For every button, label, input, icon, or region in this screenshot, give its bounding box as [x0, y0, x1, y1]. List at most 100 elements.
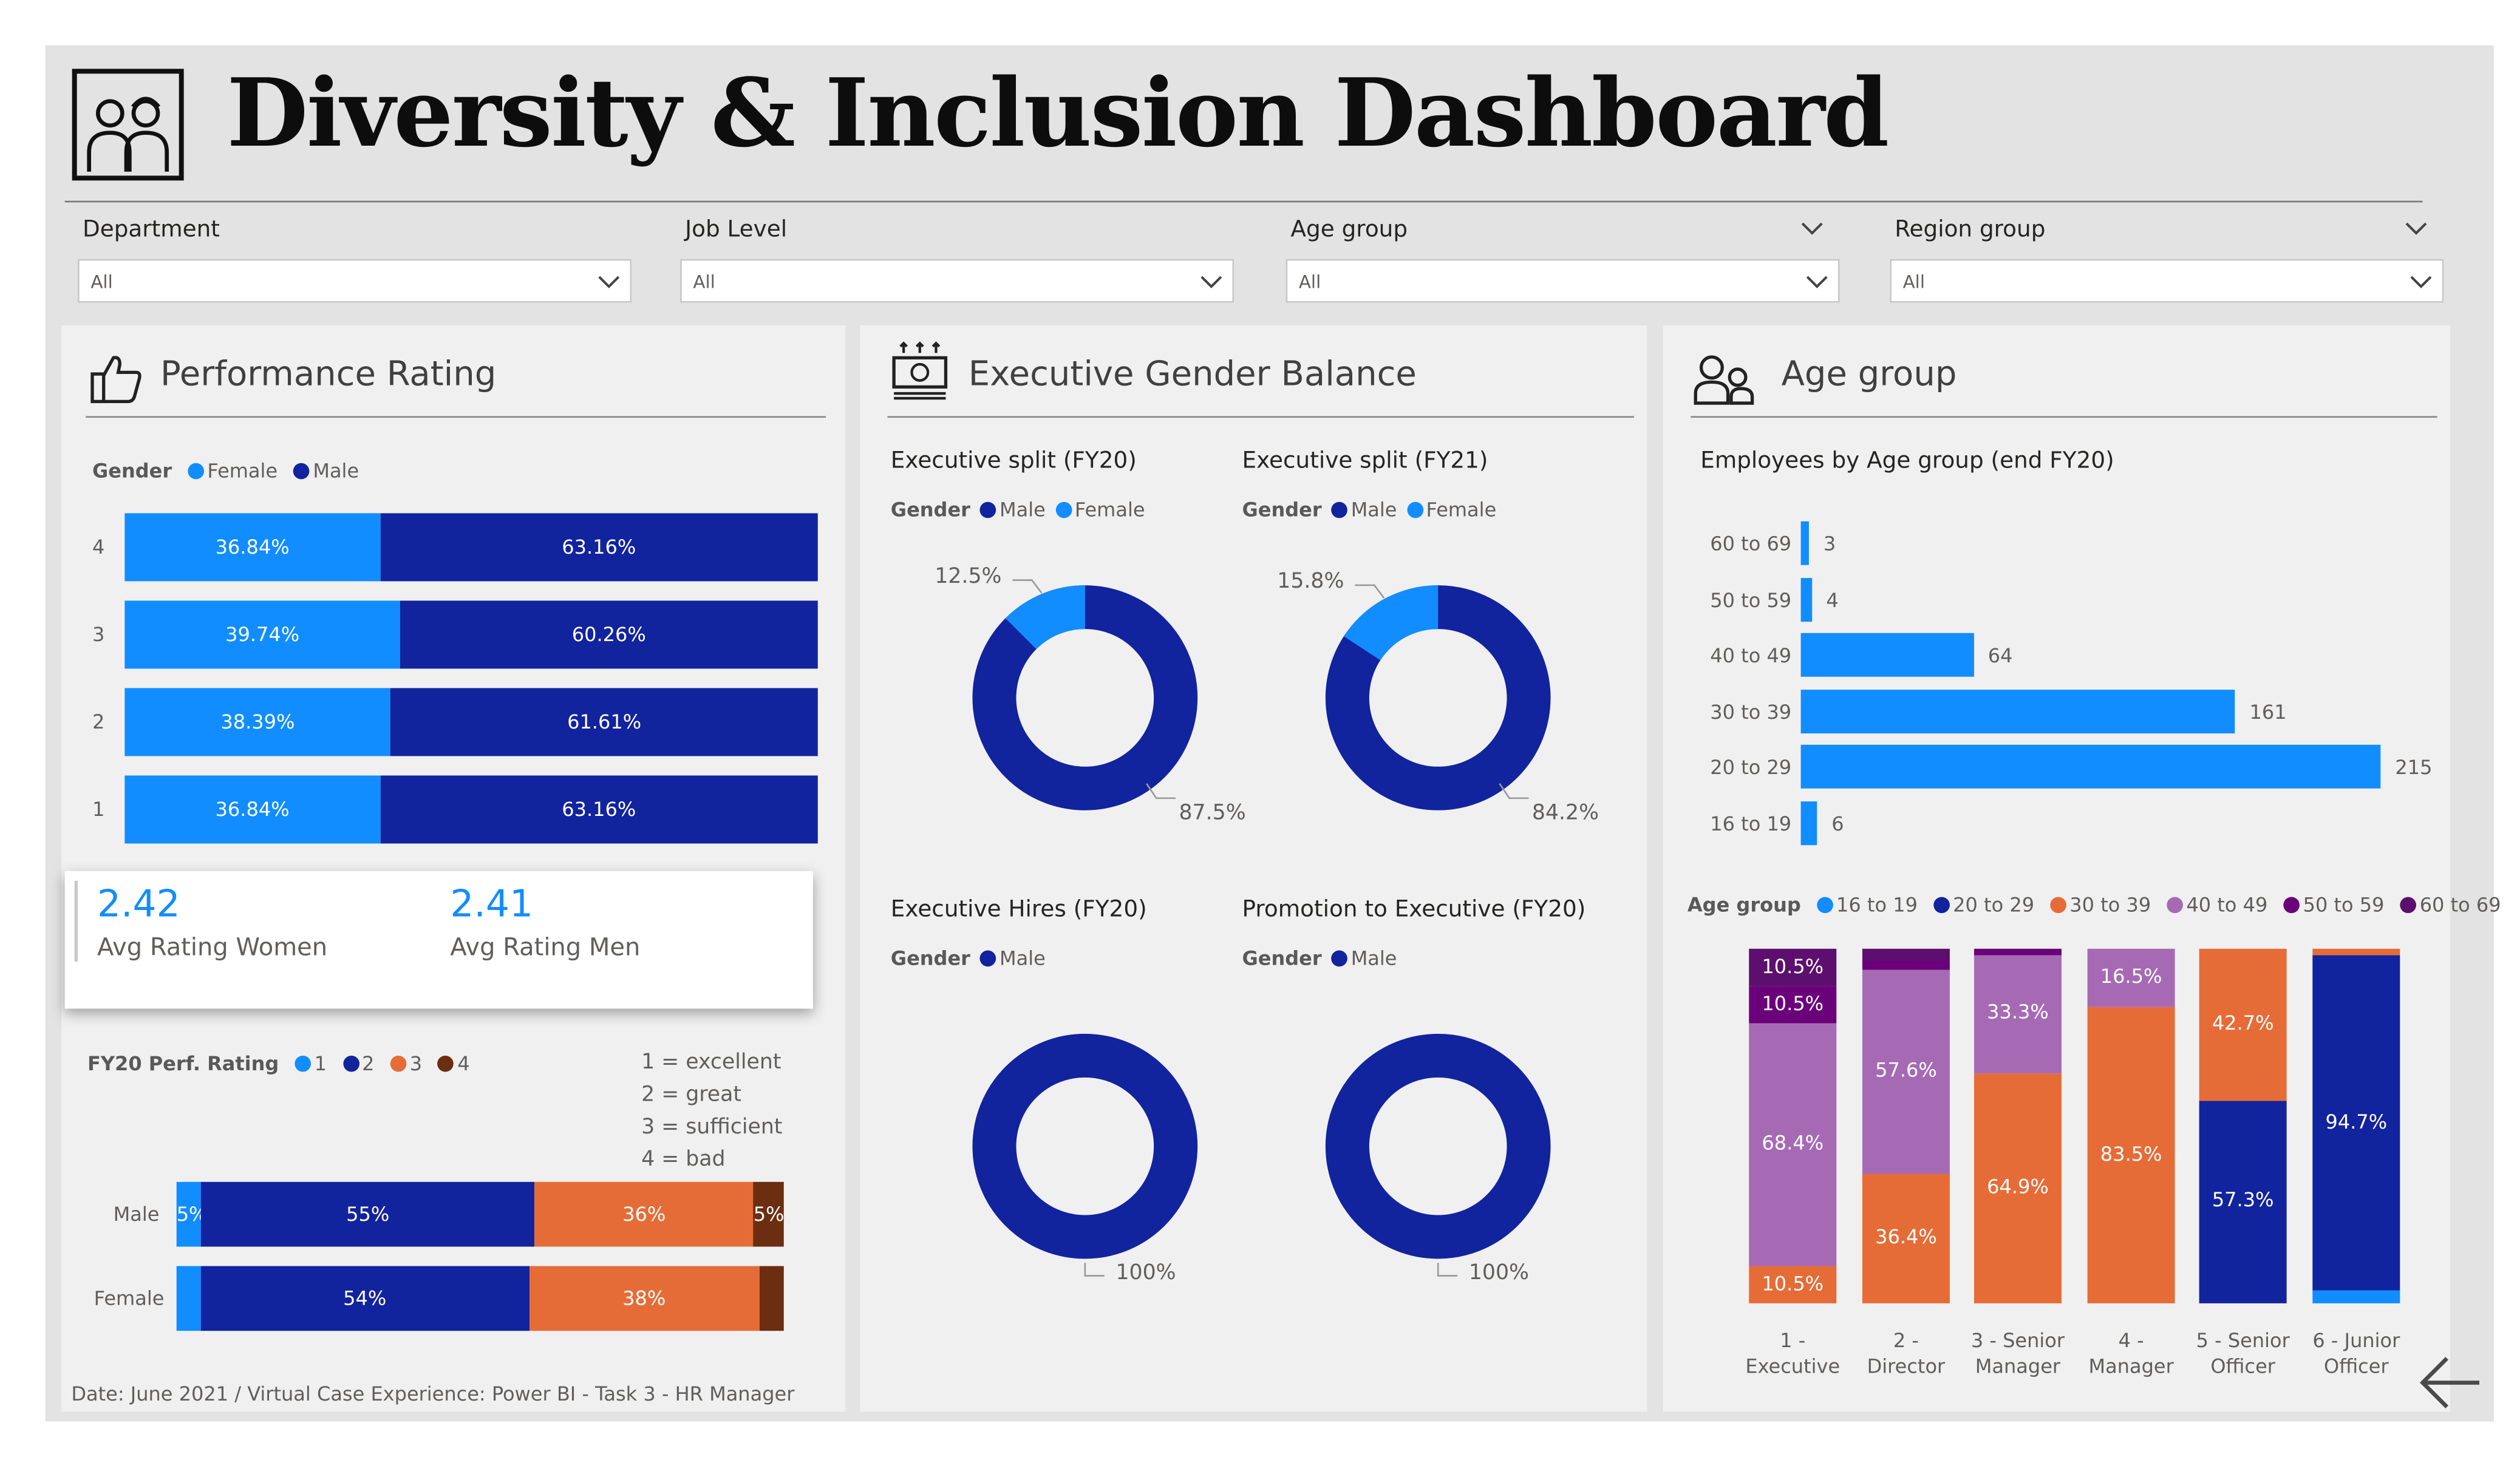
footer-note: Date: June 2021 / Virtual Case Experienc… — [71, 1382, 795, 1405]
stack-label-3-2: 83.5% — [2100, 1142, 2162, 1166]
donut-legend-dot-1-0 — [1331, 501, 1348, 518]
age-axis-label-4: 20 to 29 — [1710, 756, 1792, 779]
stack-segment-5-0 — [2312, 1291, 2400, 1303]
rating-3-dot — [390, 1055, 407, 1072]
rating-bar-label-male-3: 36% — [622, 1203, 666, 1226]
donut-label-small-0: 12.5% — [935, 565, 1002, 590]
avg-rating-women-label: Avg Rating Women — [97, 932, 328, 962]
slicer-dropdown-0[interactable]: All — [78, 259, 632, 303]
stack-label-1-2: 36.4% — [1875, 1226, 1937, 1249]
stack-segment-2-4 — [1973, 948, 2062, 956]
rating-legend-item-1: 1 — [314, 1052, 327, 1075]
donut-legend-item-0-1: Female — [1074, 498, 1145, 521]
rating-bar-label-female-2: 54% — [343, 1287, 387, 1310]
performance-legend: Gender Female Male — [92, 460, 359, 482]
donut-legend-dot-0-1 — [1055, 501, 1072, 518]
donut-legend-item-1-1: Female — [1426, 498, 1497, 521]
avg-rating-women-value: 2.42 — [97, 884, 180, 926]
legend-item-male: Male — [313, 460, 359, 483]
donut-label-big-3: 100% — [1468, 1261, 1530, 1286]
age-40-49-dot — [2167, 897, 2184, 914]
age-subtitle: Employees by Age group (end FY20) — [1700, 448, 2114, 475]
age-divider — [1691, 416, 2437, 418]
rating-key-3: 3 = sufficient — [641, 1115, 783, 1140]
donut-legend-3: Gender Male — [1242, 947, 1397, 970]
slicer-header-chevron-2 — [1801, 222, 1823, 235]
donut-slice-male-2 — [972, 1033, 1198, 1259]
donut-leader-small-1 — [1355, 584, 1385, 599]
legend-item-female: Female — [207, 460, 278, 483]
donut-label-big-2: 100% — [1115, 1261, 1176, 1286]
back-arrow-icon[interactable] — [2418, 1354, 2483, 1412]
stack-label-2-3: 33.3% — [1987, 1001, 2049, 1024]
slicer-value-0: All — [90, 272, 113, 293]
slicer-dropdown-2[interactable]: All — [1286, 259, 1840, 303]
age-bar-1 — [1800, 578, 1812, 622]
chevron-down-icon — [1806, 276, 1828, 288]
rating-1-dot — [295, 1055, 312, 1072]
rating-2-dot — [342, 1055, 359, 1072]
rating-bar-female-4 — [759, 1266, 784, 1331]
stack-label-0-3: 68.4% — [1762, 1132, 1824, 1155]
donut-legend-0: Gender Male Female — [891, 498, 1145, 521]
rating-bar-female-1 — [176, 1266, 201, 1331]
age-legend-item-20-29: 20 to 29 — [1953, 894, 2035, 917]
users-icon — [1694, 355, 1754, 405]
age-legend: Age group 16 to 19 20 to 29 30 to 39 40 … — [1687, 894, 2501, 916]
donut-legend-item-1-0: Male — [1350, 498, 1397, 521]
rating-axis-label-1: 1 — [92, 798, 105, 821]
bar-label-female-2: 38.39% — [220, 710, 295, 734]
bar-label-male-2: 61.61% — [567, 710, 642, 734]
donut-legend-title-2: Gender — [890, 947, 970, 970]
age-axis-label-0: 60 to 69 — [1710, 532, 1792, 555]
stack-label-3-3: 16.5% — [2100, 965, 2162, 988]
donut-legend-2: Gender Male — [891, 947, 1046, 970]
age-bar-value-5: 6 — [1831, 812, 1844, 836]
job-level-label-line1-5: 6 - Junior — [2312, 1329, 2400, 1352]
age-legend-item-16-19: 16 to 19 — [1836, 894, 1918, 917]
age-axis-label-5: 16 to 19 — [1710, 812, 1792, 836]
performance-title: Performance Rating — [160, 355, 497, 394]
executive-title: Executive Gender Balance — [968, 355, 1417, 394]
slicer-dropdown-1[interactable]: All — [680, 259, 1234, 303]
stack-label-2-2: 64.9% — [1987, 1175, 2049, 1198]
card-accent-line — [74, 880, 78, 962]
donut-chart-3 — [1325, 1033, 1551, 1277]
rating-axis-label-2: 2 — [92, 710, 105, 734]
male-legend-dot — [293, 463, 310, 480]
donut-legend-dot-2-0 — [979, 950, 996, 967]
rating-key-4: 4 = bad — [641, 1147, 726, 1172]
bar-label-female-1: 36.84% — [215, 798, 290, 821]
rating-axis-label-4: 4 — [92, 535, 105, 559]
age-legend-item-50-59: 50 to 59 — [2303, 894, 2385, 917]
donut-legend-dot-0-0 — [979, 501, 996, 518]
age-legend-item-60-69: 60 to 69 — [2419, 894, 2501, 917]
slicer-dropdown-3[interactable]: All — [1890, 259, 2444, 303]
stack-label-0-2: 10.5% — [1762, 1271, 1824, 1295]
stack-label-5-1: 94.7% — [2325, 1110, 2388, 1133]
donut-leader-small-0 — [1012, 579, 1043, 594]
age-50-59-dot — [2283, 897, 2300, 914]
female-legend-dot — [188, 463, 205, 480]
donut-label-big-0: 87.5% — [1179, 801, 1246, 826]
age-16-19-dot — [1817, 897, 1833, 914]
donut-legend-title-0: Gender — [890, 498, 970, 521]
stack-label-4-2: 42.7% — [2212, 1011, 2274, 1034]
age-60-69-dot — [2400, 897, 2417, 914]
bar-label-male-3: 60.26% — [571, 623, 646, 647]
stack-segment-1-4 — [1862, 959, 1950, 970]
donut-legend-title-1: Gender — [1242, 498, 1322, 521]
donut-slice-male-3 — [1325, 1033, 1551, 1259]
stack-label-1-3: 57.6% — [1875, 1059, 1937, 1082]
rating-key: 1 = excellent 2 = great 3 = sufficient 4… — [641, 1047, 782, 1177]
age-bar-value-4: 215 — [2395, 756, 2433, 779]
donut-legend-dot-3-0 — [1331, 950, 1348, 967]
age-axis-label-3: 30 to 39 — [1710, 701, 1792, 724]
donut-leader-big-3 — [1437, 1263, 1458, 1277]
page-title: Diversity & Inclusion Dashboard — [226, 58, 1889, 169]
rating-4-dot — [438, 1055, 455, 1072]
slicer-value-3: All — [1902, 272, 1925, 293]
donut-label-small-1: 15.8% — [1277, 570, 1344, 595]
donut-legend-title-3: Gender — [1242, 947, 1322, 970]
age-bar-5 — [1800, 801, 1817, 846]
